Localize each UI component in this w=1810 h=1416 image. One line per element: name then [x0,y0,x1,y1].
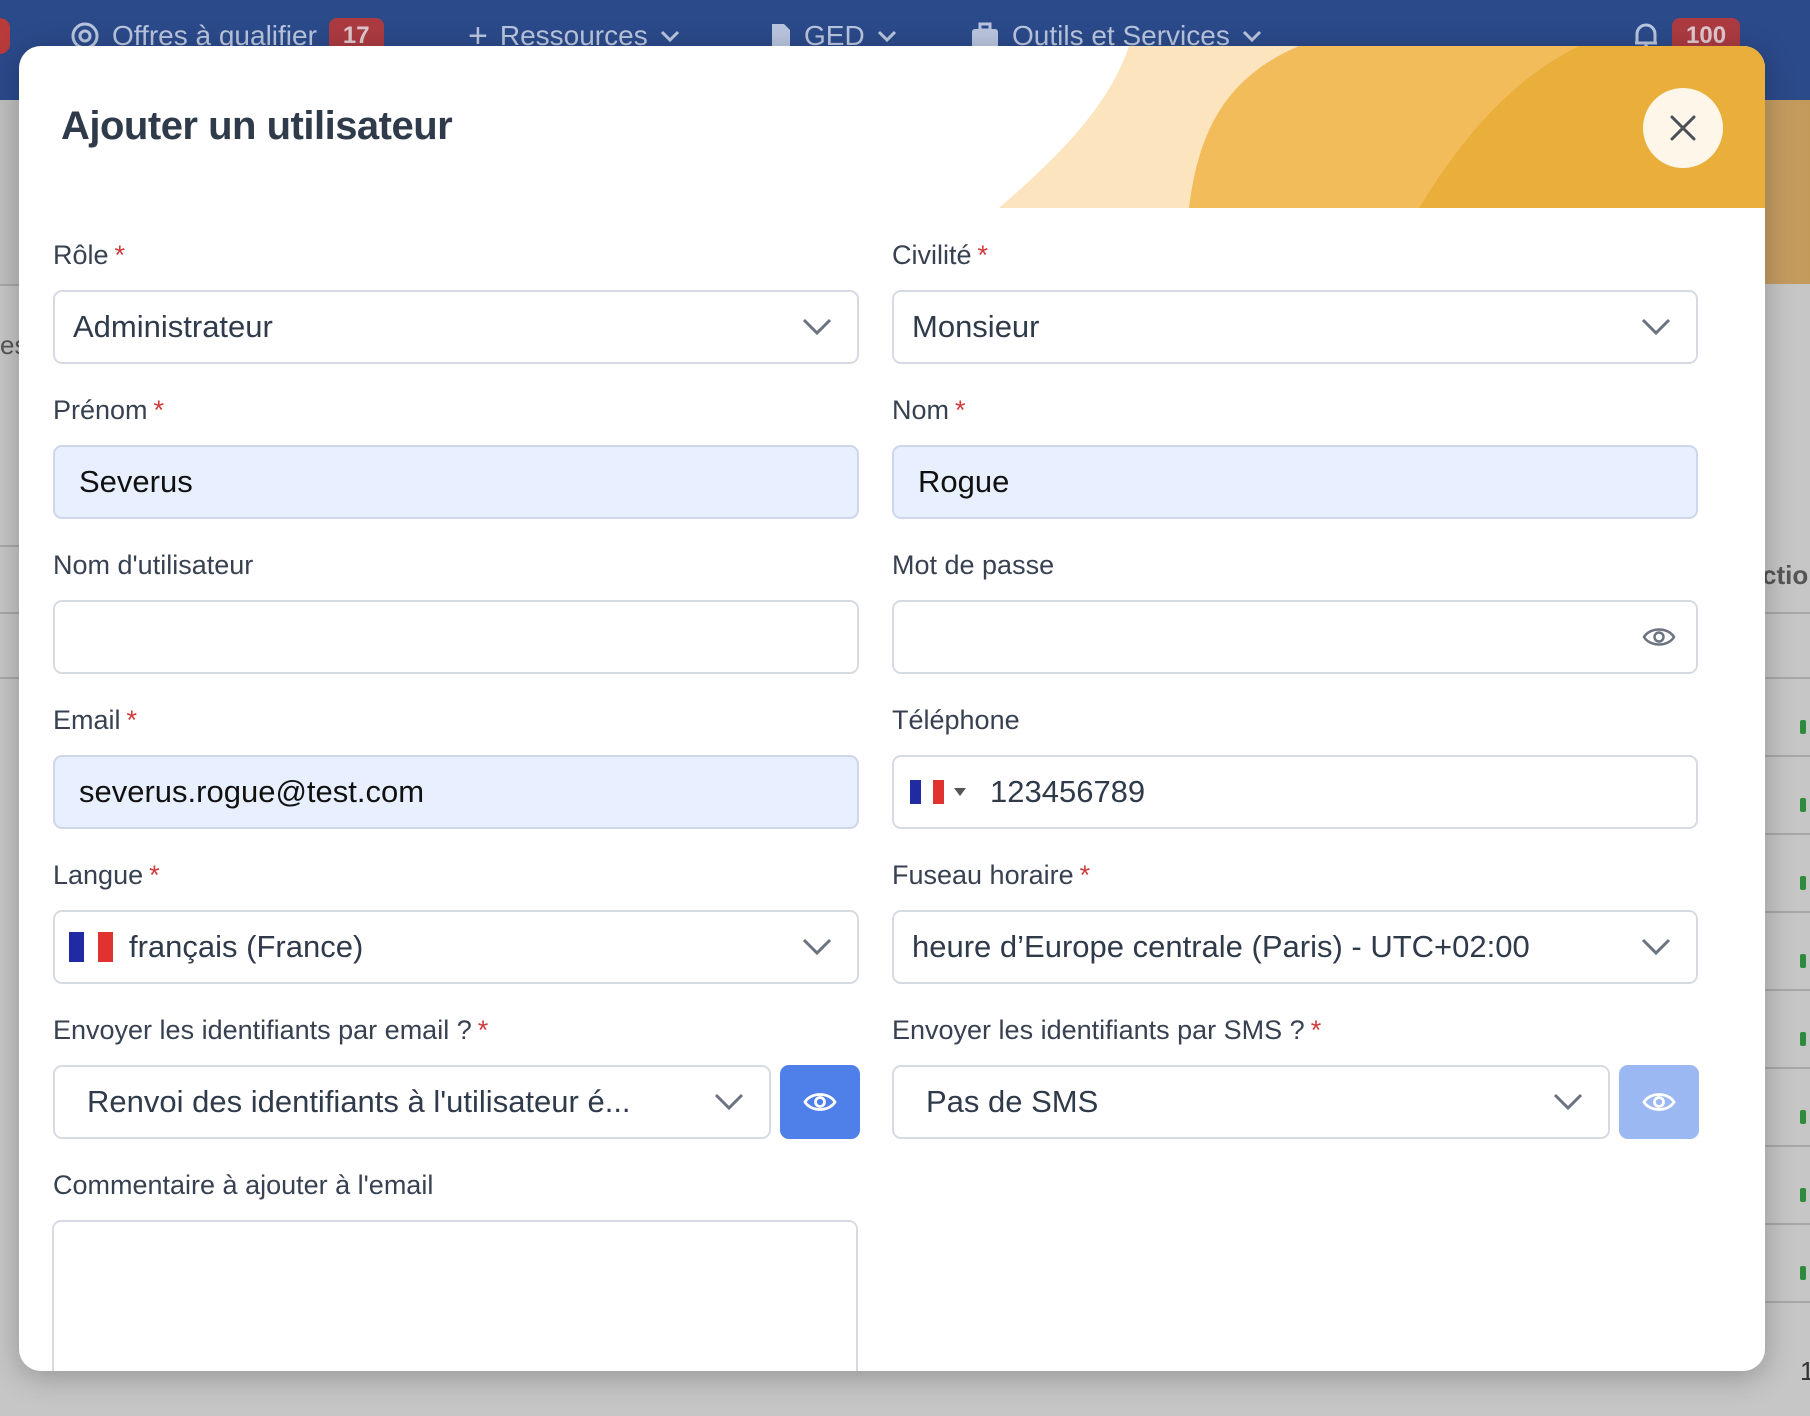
france-flag-icon [910,780,944,804]
civilite-label: Civilité * [892,240,989,270]
civilite-select[interactable]: Monsieur [892,290,1698,364]
preview-email-button[interactable] [780,1065,860,1139]
bg-status-mark [1800,876,1806,890]
eye-icon [803,1093,837,1111]
bg-divider [0,677,20,679]
bg-status-mark [1800,1266,1806,1280]
password-input[interactable] [892,600,1698,674]
bg-divider [1760,911,1810,913]
close-button[interactable] [1643,88,1723,168]
prenom-label: Prénom * [53,395,165,425]
comment-label: Commentaire à ajouter à l'email [53,1170,434,1200]
bg-status-mark [1800,1188,1806,1202]
langue-label: Langue * [53,860,160,890]
bg-divider [0,284,20,286]
langue-select[interactable]: français (France) [53,910,859,984]
preview-sms-button[interactable] [1619,1065,1699,1139]
send-email-label: Envoyer les identifiants par email ? * [53,1015,489,1045]
nom-input[interactable]: Rogue [892,445,1698,519]
nom-value: Rogue [918,464,1010,499]
send-sms-label: Envoyer les identifiants par SMS ? * [892,1015,1322,1045]
role-label: Rôle * [53,240,126,270]
bg-column-header-fragment: ctio [1762,560,1809,590]
chevron-down-icon [802,318,832,336]
required-mark: * [977,240,989,270]
fuseau-value: heure d’Europe centrale (Paris) - UTC+02… [912,929,1530,964]
send-email-select[interactable]: Renvoi des identifiants à l'utilisateur … [53,1065,771,1139]
langue-value: français (France) [129,929,364,964]
civilite-value: Monsieur [912,309,1040,344]
nom-label: Nom * [892,395,966,425]
send-email-value: Renvoi des identifiants à l'utilisateur … [87,1084,631,1119]
bg-divider [1760,1223,1810,1225]
bg-divider [1760,989,1810,991]
bg-status-mark [1800,1032,1806,1046]
chevron-down-icon [1242,30,1261,43]
fuseau-select[interactable]: heure d’Europe centrale (Paris) - UTC+02… [892,910,1698,984]
email-input[interactable]: severus.rogue@test.com [53,755,859,829]
required-mark: * [126,705,138,735]
nav-red-indicator [0,18,10,54]
close-icon [1670,115,1696,141]
telephone-label: Téléphone [892,705,1020,735]
fuseau-label: Fuseau horaire * [892,860,1091,890]
bg-divider [1760,1301,1810,1303]
telephone-value: 123456789 [990,774,1146,809]
send-sms-value: Pas de SMS [926,1084,1099,1119]
username-input[interactable] [53,600,859,674]
required-mark: * [1310,1015,1322,1045]
chevron-down-icon [714,1093,744,1111]
france-flag-icon [69,932,114,962]
bg-divider [1760,1067,1810,1069]
bg-pagination-fragment: 1 [1800,1356,1810,1386]
send-sms-select[interactable]: Pas de SMS [892,1065,1610,1139]
telephone-input[interactable]: 123456789 [892,755,1698,829]
bg-status-mark [1800,720,1806,734]
email-label: Email * [53,705,138,735]
prenom-input[interactable]: Severus [53,445,859,519]
bg-divider [1760,755,1810,757]
bg-status-mark [1800,954,1806,968]
email-value: severus.rogue@test.com [79,774,425,809]
required-mark: * [153,395,165,425]
modal-title: Ajouter un utilisateur [61,104,453,148]
bg-divider [1760,677,1810,679]
bg-divider [1760,612,1810,614]
chevron-down-icon [1641,938,1671,956]
chevron-down-icon [802,938,832,956]
add-user-modal: Ajouter un utilisateur Rôle * Administrat… [19,46,1765,1371]
required-mark: * [477,1015,489,1045]
comment-textarea[interactable] [52,1220,858,1371]
required-mark: * [955,395,966,425]
required-mark: * [114,240,126,270]
bg-status-mark [1800,798,1806,812]
role-select[interactable]: Administrateur [53,290,859,364]
chevron-down-icon [1641,318,1671,336]
chevron-down-icon [660,30,679,43]
show-password-eye-icon[interactable] [1642,624,1676,650]
bg-divider [0,612,20,614]
password-label: Mot de passe [892,550,1055,580]
prenom-value: Severus [79,464,193,499]
required-mark: * [1079,860,1091,890]
country-code-selector[interactable] [896,780,966,804]
caret-down-icon [954,788,966,796]
chevron-down-icon [877,30,896,43]
bg-divider [1760,833,1810,835]
role-value: Administrateur [73,309,273,344]
bg-divider [0,545,20,547]
chevron-down-icon [1553,1093,1583,1111]
bg-divider [1760,1145,1810,1147]
eye-icon [1642,1093,1676,1111]
bg-status-mark [1800,1110,1806,1124]
username-label: Nom d'utilisateur [53,550,254,580]
required-mark: * [149,860,160,890]
